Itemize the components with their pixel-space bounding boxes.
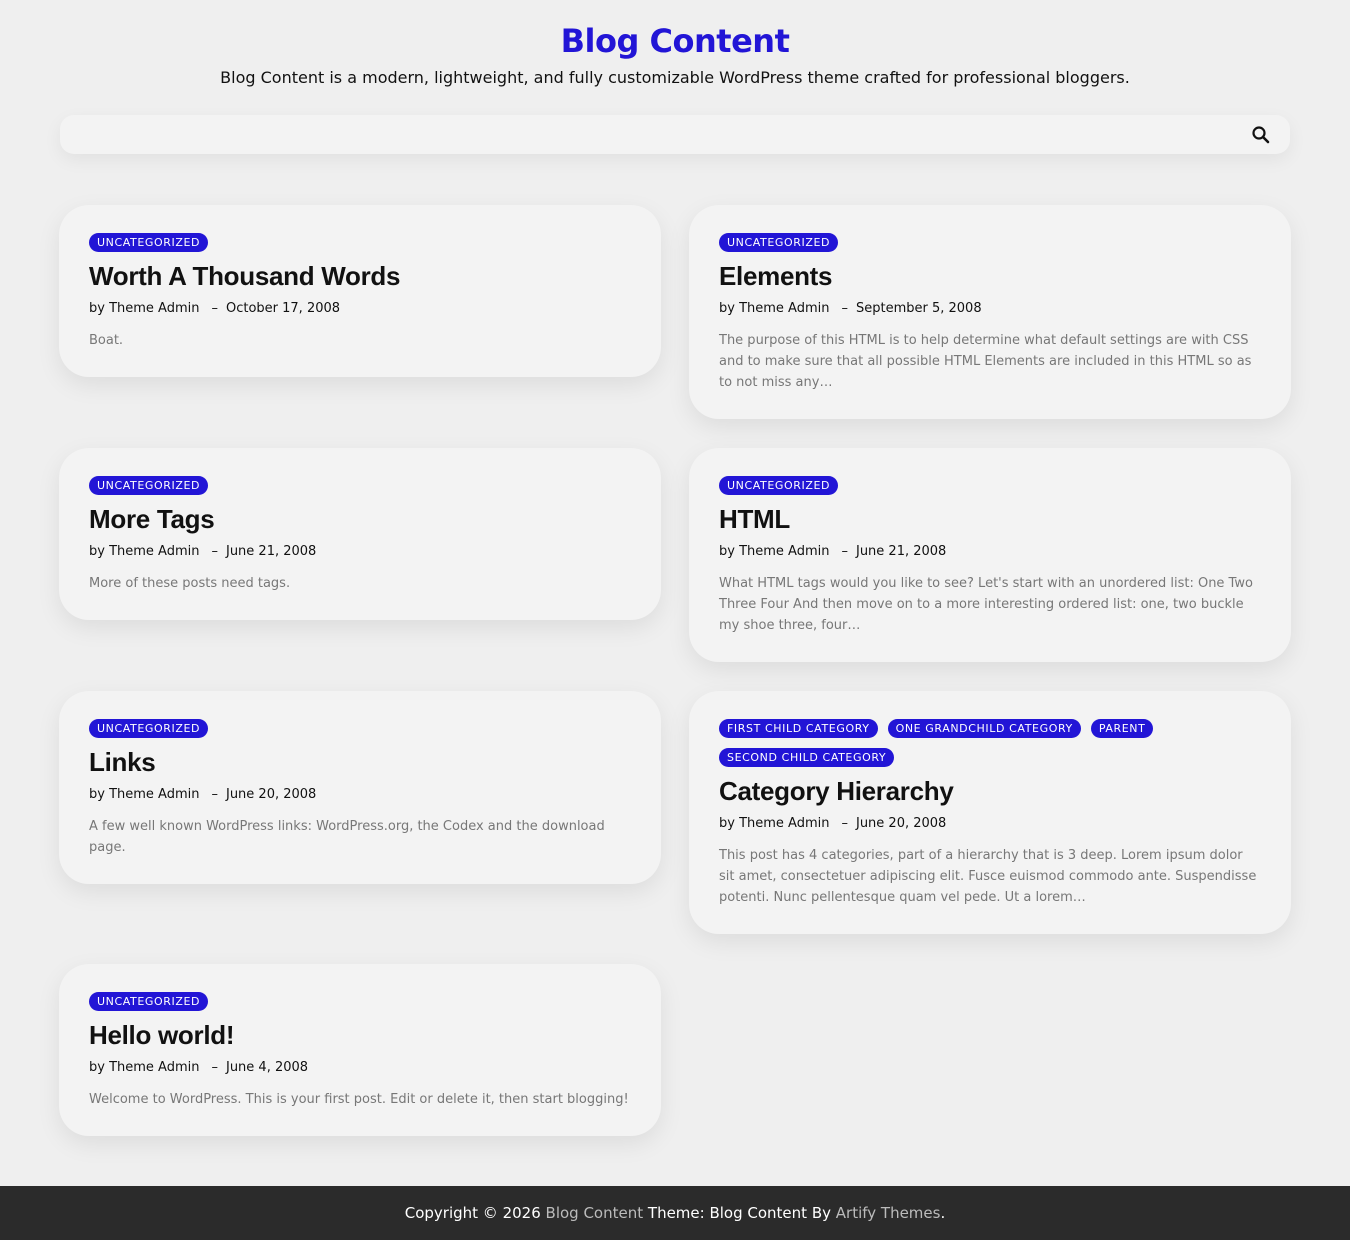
meta-separator: –	[211, 544, 218, 559]
post-excerpt: What HTML tags would you like to see? Le…	[719, 576, 1253, 633]
post-meta: by Theme Admin – June 21, 2008	[719, 543, 1261, 561]
post-title[interactable]: Category Hierarchy	[719, 775, 1261, 807]
search-icon	[1252, 126, 1270, 144]
post-categories: UNCATEGORIZED	[89, 476, 631, 495]
post-date[interactable]: June 21, 2008	[856, 543, 946, 561]
category-badge[interactable]: UNCATEGORIZED	[719, 233, 839, 252]
post-card: UNCATEGORIZED More Tags by Theme Admin –…	[59, 448, 661, 620]
post-meta: by Theme Admin – June 4, 2008	[89, 1059, 631, 1077]
post-excerpt: The purpose of this HTML is to help dete…	[719, 333, 1252, 390]
post-date[interactable]: June 20, 2008	[856, 815, 946, 833]
post-date[interactable]: June 4, 2008	[226, 1059, 308, 1077]
category-badge[interactable]: SECOND CHILD CATEGORY	[719, 748, 895, 767]
post-categories: UNCATEGORIZED	[89, 719, 631, 738]
meta-separator: –	[211, 787, 218, 802]
footer-site-link[interactable]: Blog Content	[546, 1204, 644, 1222]
category-badge[interactable]: UNCATEGORIZED	[89, 476, 209, 495]
post-categories: UNCATEGORIZED	[89, 233, 631, 252]
category-badge[interactable]: UNCATEGORIZED	[89, 992, 209, 1011]
post-author[interactable]: by Theme Admin	[89, 300, 199, 318]
meta-separator: –	[841, 544, 848, 559]
post-excerpt: Boat.	[89, 333, 124, 348]
post-meta: by Theme Admin – June 20, 2008	[719, 815, 1261, 833]
post-author[interactable]: by Theme Admin	[89, 543, 199, 561]
post-categories: UNCATEGORIZED	[719, 233, 1261, 252]
category-badge[interactable]: PARENT	[1090, 719, 1154, 738]
post-categories: UNCATEGORIZED	[89, 992, 631, 1011]
category-badge[interactable]: FIRST CHILD CATEGORY	[719, 719, 878, 738]
category-badge[interactable]: UNCATEGORIZED	[719, 476, 839, 495]
post-categories: FIRST CHILD CATEGORY ONE GRANDCHILD CATE…	[719, 719, 1261, 767]
search-bar	[60, 115, 1290, 154]
post-author[interactable]: by Theme Admin	[89, 1059, 199, 1077]
post-excerpt: More of these posts need tags.	[89, 576, 291, 591]
post-meta: by Theme Admin – June 20, 2008	[89, 786, 631, 804]
post-author[interactable]: by Theme Admin	[719, 815, 829, 833]
post-title[interactable]: Elements	[719, 260, 1261, 292]
post-title[interactable]: More Tags	[89, 503, 631, 535]
site-title[interactable]: Blog Content	[561, 22, 790, 60]
post-card: UNCATEGORIZED HTML by Theme Admin – June…	[689, 448, 1291, 662]
post-date[interactable]: October 17, 2008	[226, 300, 340, 318]
post-title[interactable]: Links	[89, 746, 631, 778]
post-date[interactable]: June 20, 2008	[226, 786, 316, 804]
search-input[interactable]	[60, 115, 1290, 154]
post-author[interactable]: by Theme Admin	[719, 300, 829, 318]
post-meta: by Theme Admin – June 21, 2008	[89, 543, 631, 561]
footer-author-link[interactable]: Artify Themes	[836, 1204, 941, 1222]
post-title[interactable]: Worth A Thousand Words	[89, 260, 631, 292]
meta-separator: –	[841, 816, 848, 831]
theme-credit-text: Theme: Blog Content By	[647, 1204, 831, 1222]
post-meta: by Theme Admin – October 17, 2008	[89, 300, 631, 318]
post-date[interactable]: September 5, 2008	[856, 300, 982, 318]
post-date[interactable]: June 21, 2008	[226, 543, 316, 561]
search-button[interactable]	[1250, 124, 1272, 146]
post-card: UNCATEGORIZED Worth A Thousand Words by …	[59, 205, 661, 377]
copyright-text: Copyright © 2026	[404, 1204, 541, 1222]
meta-separator: –	[211, 1060, 218, 1075]
post-card: UNCATEGORIZED Links by Theme Admin – Jun…	[59, 691, 661, 884]
post-excerpt: A few well known WordPress links: WordPr…	[89, 819, 605, 855]
category-badge[interactable]: UNCATEGORIZED	[89, 719, 209, 738]
post-title[interactable]: HTML	[719, 503, 1261, 535]
post-categories: UNCATEGORIZED	[719, 476, 1261, 495]
post-title[interactable]: Hello world!	[89, 1019, 631, 1051]
post-card: UNCATEGORIZED Elements by Theme Admin – …	[689, 205, 1291, 419]
site-description: Blog Content is a modern, lightweight, a…	[220, 68, 1130, 87]
post-excerpt: Welcome to WordPress. This is your first…	[89, 1092, 629, 1107]
post-author[interactable]: by Theme Admin	[719, 543, 829, 561]
category-badge[interactable]: UNCATEGORIZED	[89, 233, 209, 252]
category-badge[interactable]: ONE GRANDCHILD CATEGORY	[887, 719, 1081, 738]
site-footer: Copyright © 2026 Blog Content Theme: Blo…	[0, 1186, 1350, 1240]
meta-separator: –	[841, 301, 848, 316]
post-meta: by Theme Admin – September 5, 2008	[719, 300, 1261, 318]
meta-separator: –	[211, 301, 218, 316]
post-card: FIRST CHILD CATEGORY ONE GRANDCHILD CATE…	[689, 691, 1291, 934]
site-header: Blog Content Blog Content is a modern, l…	[0, 0, 1350, 87]
footer-period: .	[940, 1204, 946, 1222]
post-author[interactable]: by Theme Admin	[89, 786, 199, 804]
post-excerpt: This post has 4 categories, part of a hi…	[719, 848, 1257, 905]
post-card: UNCATEGORIZED Hello world! by Theme Admi…	[59, 964, 661, 1136]
